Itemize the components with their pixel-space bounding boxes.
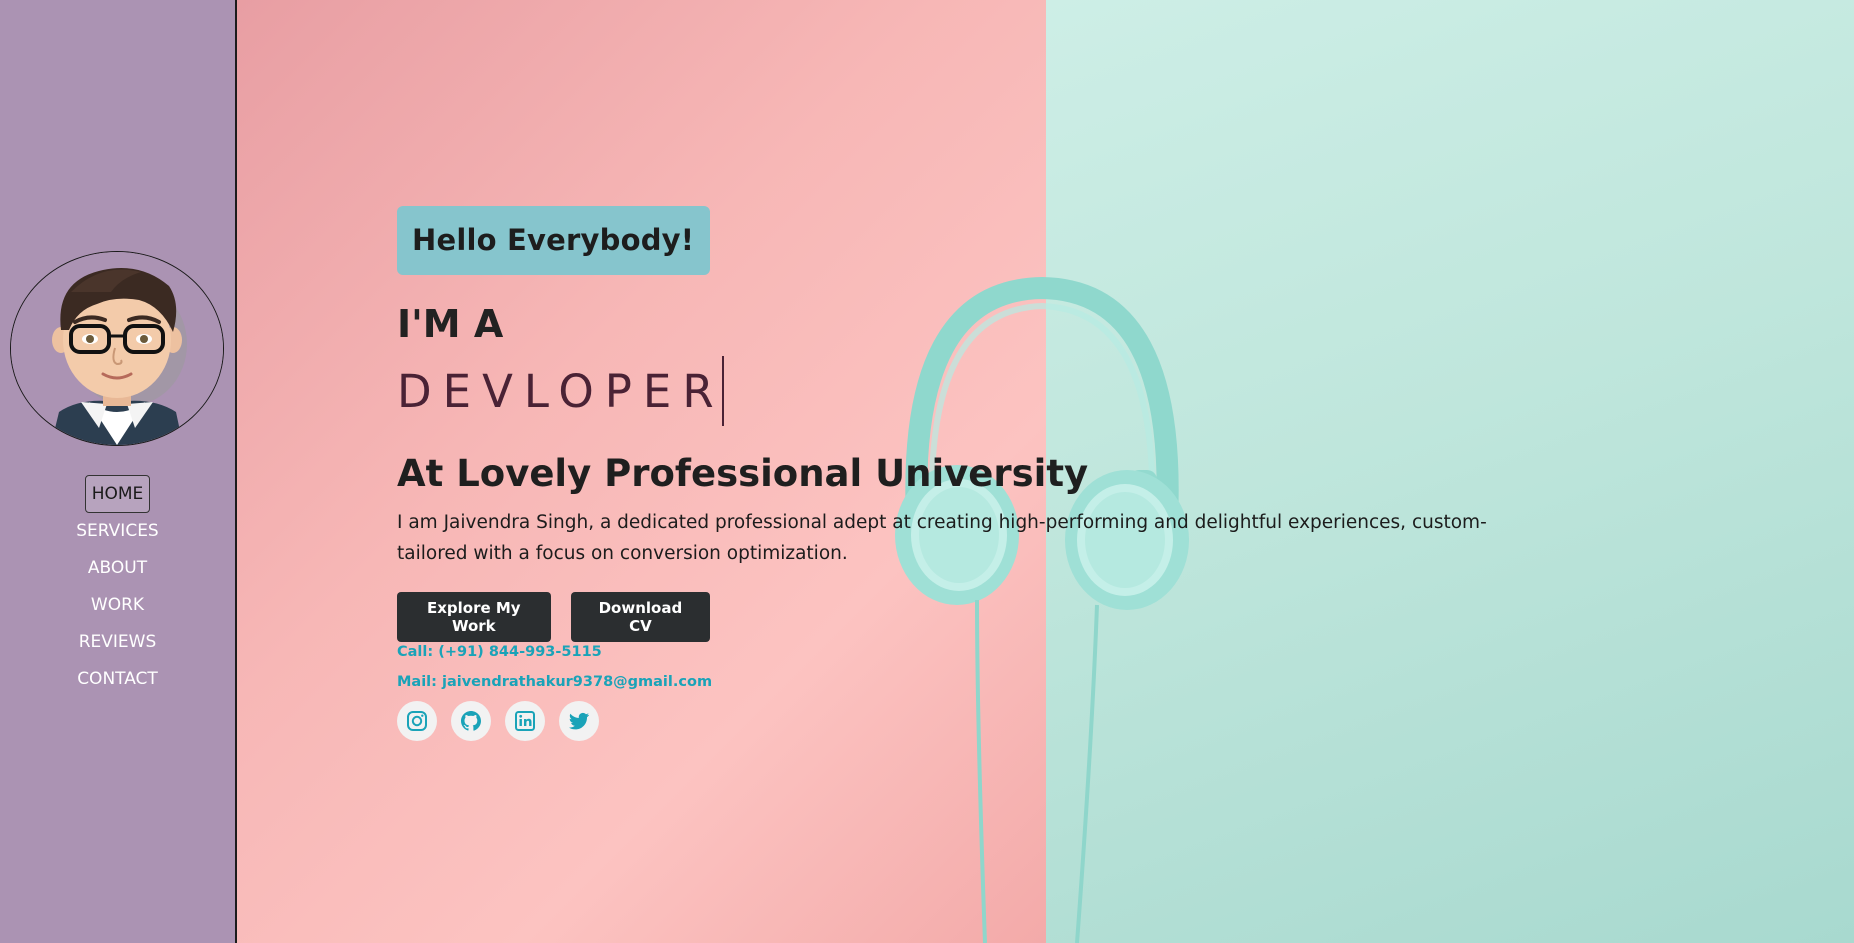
twitter-link[interactable] bbox=[559, 701, 599, 741]
hero-section: Hello Everybody! I'M A DEVLOPER At Lovel… bbox=[237, 0, 1854, 943]
typed-role: DEVLOPER bbox=[397, 356, 724, 426]
explore-work-button[interactable]: Explore My Work bbox=[397, 592, 551, 642]
instagram-link[interactable] bbox=[397, 701, 437, 741]
github-icon bbox=[461, 711, 481, 731]
hero-content: Hello Everybody! I'M A DEVLOPER At Lovel… bbox=[397, 206, 1487, 741]
nav-item-home: HOME bbox=[0, 475, 235, 513]
linkedin-link[interactable] bbox=[505, 701, 545, 741]
avatar bbox=[10, 251, 224, 446]
role-text: DEVLOPER bbox=[397, 364, 725, 418]
intro-text: I'M A bbox=[397, 302, 504, 346]
greeting-badge: Hello Everybody! bbox=[397, 206, 711, 275]
nav-item-reviews: REVIEWS bbox=[0, 623, 235, 660]
bio-description: I am Jaivendra Singh, a dedicated profes… bbox=[397, 512, 1487, 564]
instagram-icon bbox=[407, 711, 427, 731]
typing-cursor bbox=[721, 356, 724, 426]
cta-buttons: Explore My Work Download CV bbox=[397, 592, 711, 642]
nav-link-about[interactable]: ABOUT bbox=[83, 554, 152, 582]
email-link[interactable]: Mail: jaivendrathakur9378@gmail.com bbox=[397, 674, 712, 690]
nav-item-services: SERVICES bbox=[0, 512, 235, 549]
nav-link-services[interactable]: SERVICES bbox=[71, 517, 163, 545]
github-link[interactable] bbox=[451, 701, 491, 741]
nav-link-contact[interactable]: CONTACT bbox=[72, 665, 163, 693]
portfolio-page: HOME SERVICES ABOUT WORK REVIEWS CONTACT bbox=[0, 0, 1854, 943]
sidebar: HOME SERVICES ABOUT WORK REVIEWS CONTACT bbox=[0, 0, 237, 943]
nav-link-reviews[interactable]: REVIEWS bbox=[74, 628, 162, 656]
linkedin-icon bbox=[515, 711, 535, 731]
phone-link[interactable]: Call: (+91) 844-993-5115 bbox=[397, 644, 602, 660]
nav-link-home[interactable]: HOME bbox=[84, 475, 151, 513]
nav-item-contact: CONTACT bbox=[0, 660, 235, 697]
nav-menu: HOME SERVICES ABOUT WORK REVIEWS CONTACT bbox=[0, 475, 235, 697]
nav-link-work[interactable]: WORK bbox=[86, 591, 149, 619]
nav-item-work: WORK bbox=[0, 586, 235, 623]
social-links bbox=[397, 701, 599, 741]
avatar-illustration bbox=[11, 252, 223, 445]
twitter-icon bbox=[569, 712, 589, 730]
download-cv-button[interactable]: Download CV bbox=[570, 592, 711, 642]
headphones-image bbox=[877, 270, 1207, 943]
nav-item-about: ABOUT bbox=[0, 549, 235, 586]
university-heading: At Lovely Professional University bbox=[397, 452, 1089, 495]
